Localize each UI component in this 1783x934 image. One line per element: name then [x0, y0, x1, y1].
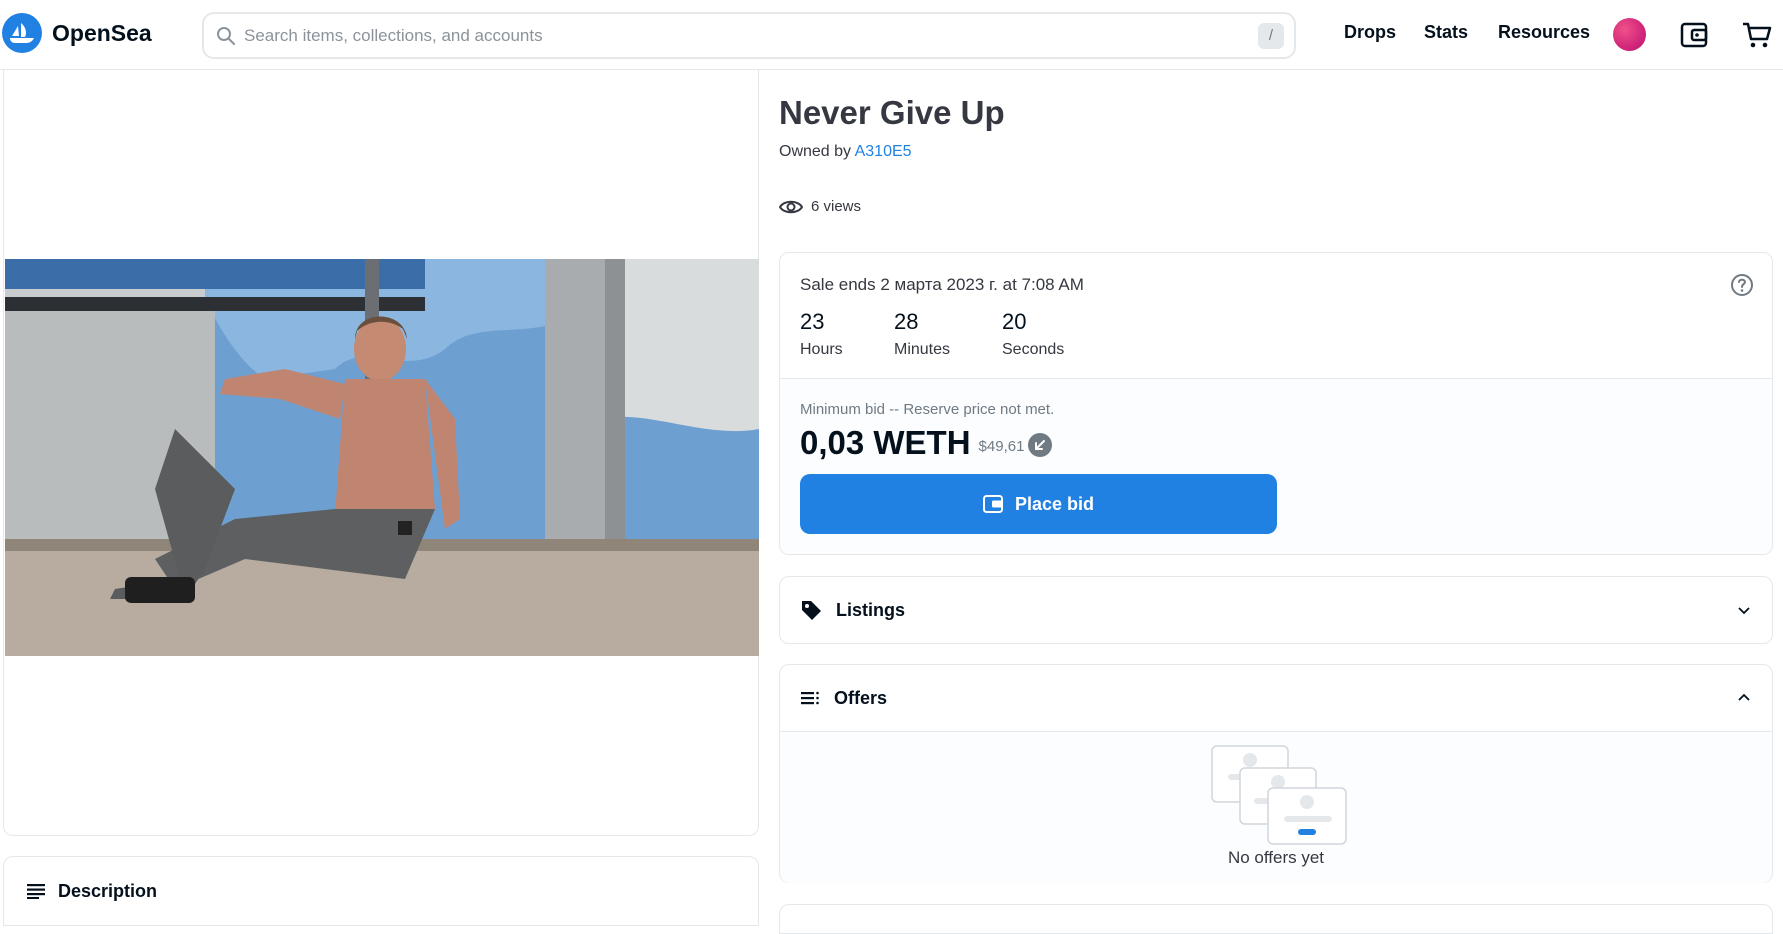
countdown-minutes: 28 Minutes	[894, 309, 1002, 359]
listings-panel: Listings	[779, 576, 1773, 644]
price-value: 0,03 WETH	[800, 424, 971, 461]
profile-avatar[interactable]	[1613, 18, 1646, 51]
description-title: Description	[58, 880, 158, 901]
next-panel	[779, 904, 1773, 934]
chevron-up-icon	[1738, 693, 1750, 701]
help-icon[interactable]	[1730, 273, 1754, 297]
offers-title: Offers	[834, 687, 888, 708]
description-icon	[27, 884, 45, 899]
countdown-value: 23	[800, 309, 825, 334]
eye-icon	[779, 200, 803, 213]
place-bid-label: Place bid	[1014, 493, 1095, 514]
nft-image[interactable]	[5, 259, 759, 656]
wallet-icon[interactable]	[1677, 18, 1711, 52]
no-offers-text: No offers yet	[1227, 848, 1325, 867]
offers-list-icon	[801, 691, 819, 705]
search-shortcut-badge: /	[1258, 22, 1284, 49]
countdown-value: 20	[1002, 309, 1027, 334]
countdown-label: Seconds	[1002, 341, 1065, 358]
cart-icon[interactable]	[1740, 18, 1774, 52]
tag-icon	[802, 601, 821, 620]
search-input[interactable]	[244, 25, 1258, 46]
views-text: 6 views	[811, 198, 862, 215]
listings-title: Listings	[836, 599, 906, 620]
owned-by: Owned by A310E5	[779, 143, 912, 161]
view-count: 6 views	[779, 198, 861, 215]
sale-countdown-section: Sale ends 2 марта 2023 г. at 7:08 AM 23 …	[780, 253, 1772, 379]
empty-offers-illustration	[1211, 745, 1347, 845]
offers-body: No offers yet	[780, 731, 1772, 883]
convert-icon[interactable]	[1028, 433, 1053, 457]
offers-panel: Offers No offers yet	[779, 664, 1773, 883]
place-bid-button[interactable]: Place bid	[800, 474, 1277, 534]
brand-name: OpenSea	[52, 19, 152, 46]
countdown-label: Hours	[800, 341, 843, 358]
wallet-icon	[982, 495, 1003, 513]
countdown-seconds: 20 Seconds	[1002, 309, 1096, 359]
owned-by-label: Owned by	[779, 143, 852, 160]
owner-link[interactable]: A310E5	[855, 143, 912, 160]
search-icon	[217, 26, 235, 45]
chevron-down-icon	[1738, 607, 1750, 615]
countdown-value: 28	[894, 309, 919, 334]
sale-card: Sale ends 2 марта 2023 г. at 7:08 AM 23 …	[779, 252, 1773, 555]
offers-header[interactable]: Offers	[780, 665, 1772, 731]
min-bid-text: Minimum bid -- Reserve price not met.	[800, 401, 1055, 418]
top-nav: OpenSea / Drops Stats Resources	[0, 0, 1783, 70]
opensea-logo-icon	[2, 13, 42, 53]
price-usd: $49,61	[978, 437, 1025, 455]
nav-stats[interactable]: Stats	[1424, 22, 1468, 43]
sale-ends-text: Sale ends 2 марта 2023 г. at 7:08 AM	[800, 275, 1084, 294]
bid-section: Minimum bid -- Reserve price not met. 0,…	[780, 379, 1772, 554]
media-card	[3, 70, 759, 836]
search-bar[interactable]: /	[202, 12, 1296, 59]
item-title: Never Give Up	[779, 94, 1005, 131]
nav-drops[interactable]: Drops	[1344, 22, 1396, 43]
nav-resources[interactable]: Resources	[1498, 22, 1590, 43]
price-row: 0,03 WETH $49,61	[800, 424, 1752, 462]
countdown-label: Minutes	[894, 341, 951, 358]
opensea-logo[interactable]: OpenSea	[2, 13, 152, 53]
listings-header[interactable]: Listings	[780, 577, 1772, 643]
countdown: 23 Hours 28 Minutes 20 Seconds	[800, 309, 1752, 359]
countdown-hours: 23 Hours	[800, 309, 894, 359]
